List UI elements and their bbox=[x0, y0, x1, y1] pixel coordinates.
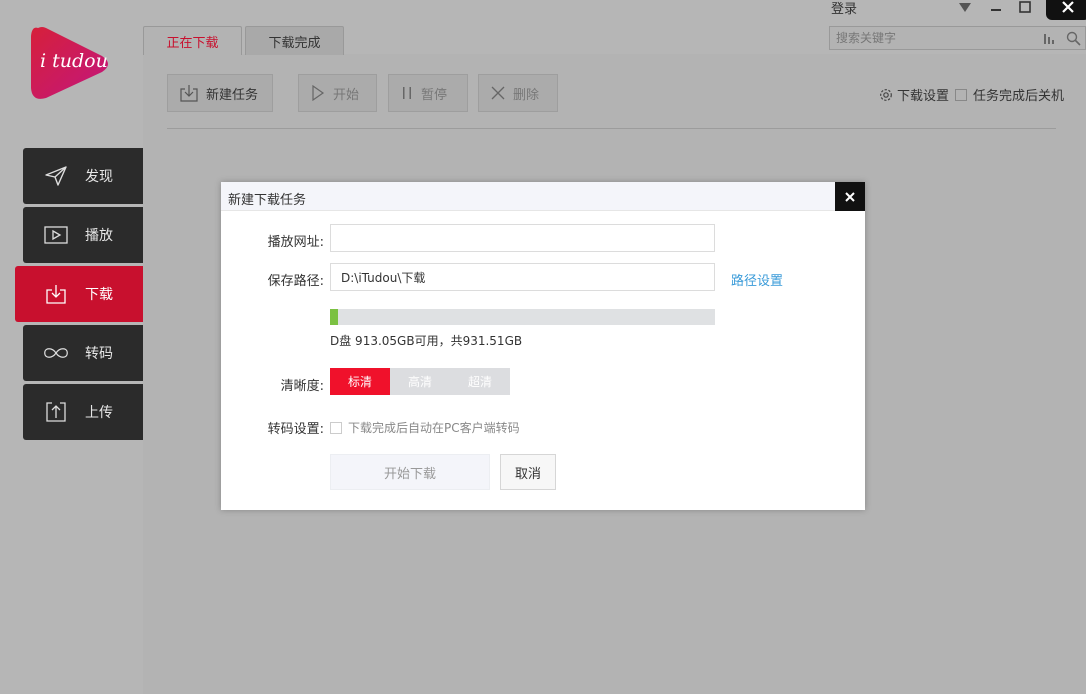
save-path-label: 保存路径: bbox=[267, 274, 324, 289]
toolbar-divider bbox=[167, 128, 1056, 129]
minimize-icon[interactable] bbox=[988, 0, 1004, 14]
play-icon bbox=[311, 85, 325, 101]
search-icon[interactable] bbox=[1066, 31, 1081, 46]
shutdown-label: 任务完成后关机 bbox=[973, 89, 1065, 104]
quality-option-standard[interactable]: 标清 bbox=[330, 368, 390, 395]
download-settings-button[interactable]: 下载设置 bbox=[879, 85, 949, 104]
url-field-box bbox=[330, 224, 715, 252]
quality-option-ultra[interactable]: 超清 bbox=[450, 368, 510, 395]
save-path-box bbox=[330, 263, 715, 291]
upload-icon bbox=[41, 399, 71, 425]
pause-label: 暂停 bbox=[421, 87, 448, 103]
disk-usage-text: D盘 913.05GB可用，共931.51GB bbox=[330, 334, 523, 348]
transcode-label: 转码设置: bbox=[267, 422, 324, 437]
tab-completed[interactable]: 下载完成 bbox=[245, 26, 344, 55]
checkbox-box[interactable] bbox=[955, 88, 967, 101]
bar-chart-icon[interactable] bbox=[1042, 31, 1056, 45]
logo-text: i tudou bbox=[40, 50, 108, 72]
gear-icon bbox=[879, 88, 893, 102]
maximize-icon[interactable] bbox=[1017, 0, 1033, 14]
start-button[interactable]: 开始 bbox=[298, 74, 377, 112]
url-label: 播放网址: bbox=[267, 235, 324, 250]
quality-option-high[interactable]: 高清 bbox=[390, 368, 450, 395]
pause-button[interactable]: 暂停 bbox=[388, 74, 468, 112]
shutdown-after-tasks-checkbox[interactable]: 任务完成后关机 bbox=[955, 85, 1064, 104]
close-icon bbox=[1062, 1, 1074, 13]
sidebar-item-play[interactable]: 播放 bbox=[23, 207, 143, 263]
sidebar-item-label: 下载 bbox=[85, 287, 113, 303]
path-settings-link[interactable]: 路径设置 bbox=[731, 270, 783, 289]
tab-downloading[interactable]: 正在下载 bbox=[143, 26, 242, 55]
new-task-button[interactable]: 新建任务 bbox=[167, 74, 273, 112]
window-close-button[interactable] bbox=[1046, 0, 1086, 20]
sidebar-item-transcode[interactable]: 转码 bbox=[23, 325, 143, 381]
close-icon bbox=[845, 191, 855, 202]
sidebar-item-upload[interactable]: 上传 bbox=[23, 384, 143, 440]
new-task-icon bbox=[180, 84, 198, 102]
dialog-title: 新建下载任务 bbox=[228, 193, 307, 208]
play-icon bbox=[41, 222, 71, 248]
delete-label: 删除 bbox=[513, 87, 540, 103]
start-download-button[interactable]: 开始下载 bbox=[330, 454, 490, 490]
infinity-icon bbox=[41, 340, 71, 366]
sidebar: i tudou 发现 播放 下载 转码 上传 bbox=[0, 0, 149, 694]
checkbox-box[interactable] bbox=[330, 421, 342, 434]
dialog-header: 新建下载任务 bbox=[221, 182, 865, 211]
download-icon bbox=[41, 281, 71, 307]
search-box bbox=[829, 26, 1086, 50]
sidebar-item-label: 转码 bbox=[85, 346, 113, 362]
sidebar-item-label: 播放 bbox=[85, 228, 113, 244]
download-settings-label: 下载设置 bbox=[897, 89, 950, 104]
save-path-input[interactable] bbox=[331, 264, 714, 290]
login-link[interactable]: 登录 bbox=[831, 0, 857, 17]
sidebar-item-discover[interactable]: 发现 bbox=[23, 148, 143, 204]
auto-transcode-label: 下载完成后自动在PC客户端转码 bbox=[348, 421, 520, 435]
new-task-label: 新建任务 bbox=[206, 87, 259, 103]
disk-usage-fill bbox=[330, 309, 338, 325]
new-download-dialog: 新建下载任务 播放网址: 保存路径: 路径设置 D盘 913.05GB可用，共9… bbox=[221, 182, 865, 510]
auto-transcode-checkbox[interactable]: 下载完成后自动在PC客户端转码 bbox=[330, 419, 520, 436]
cancel-button[interactable]: 取消 bbox=[500, 454, 556, 490]
disk-usage-bar bbox=[330, 309, 715, 325]
search-input[interactable] bbox=[836, 31, 1036, 45]
sidebar-item-label: 上传 bbox=[85, 405, 113, 421]
sidebar-item-download[interactable]: 下载 bbox=[15, 266, 149, 322]
delete-button[interactable]: 删除 bbox=[478, 74, 558, 112]
x-icon bbox=[491, 86, 505, 100]
quality-label: 清晰度: bbox=[280, 379, 324, 394]
url-input[interactable] bbox=[331, 225, 714, 251]
dialog-close-button[interactable] bbox=[835, 182, 865, 211]
start-label: 开始 bbox=[333, 87, 360, 103]
tudou-logo[interactable]: i tudou bbox=[28, 22, 112, 104]
pause-icon bbox=[401, 86, 413, 100]
sidebar-item-label: 发现 bbox=[85, 169, 113, 185]
send-icon bbox=[41, 163, 71, 189]
dropdown-menu-icon[interactable] bbox=[956, 0, 974, 14]
